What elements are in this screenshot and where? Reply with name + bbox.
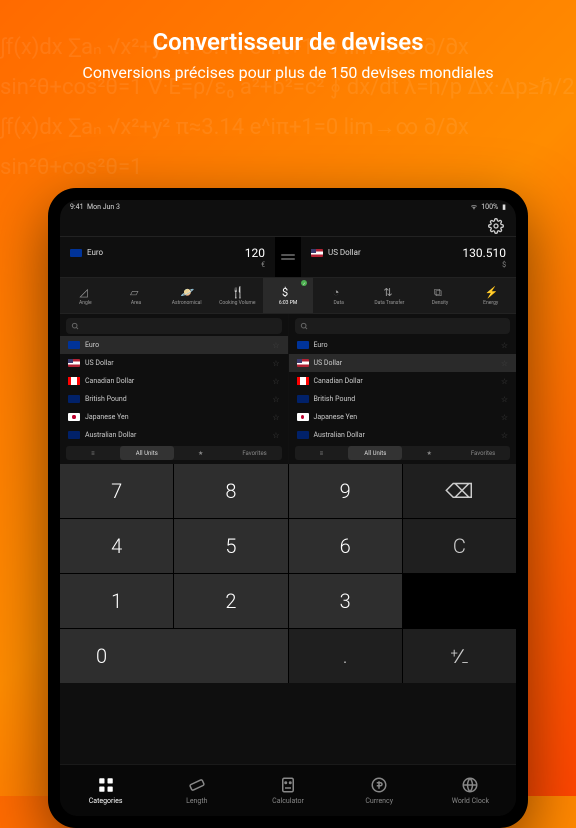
flag-icon <box>297 431 309 439</box>
from-currency[interactable]: Euro 120 € <box>60 237 275 277</box>
list-item[interactable]: Canadian Dollar☆ <box>60 372 288 390</box>
swap-button[interactable] <box>275 237 301 277</box>
category-6:03-pm[interactable]: ✓$6:03 PM <box>263 278 314 313</box>
flag-icon <box>68 413 80 421</box>
flag-icon <box>68 377 80 385</box>
star-icon[interactable]: ☆ <box>272 395 279 404</box>
ipad-frame: 9:41 Mon Jun 3 ᯤ100%▮ Euro 120 € US Doll… <box>48 188 528 828</box>
to-currency[interactable]: US Dollar 130.510 $ <box>301 237 516 277</box>
key-⌫[interactable]: ⌫ <box>403 464 516 518</box>
seg-menu[interactable]: ≡ <box>66 446 120 460</box>
category-energy[interactable]: ⚡Energy <box>465 278 516 313</box>
key-5[interactable]: 5 <box>174 519 287 573</box>
left-segment[interactable]: ≡All Units★Favorites <box>66 446 282 460</box>
flag-icon <box>68 359 80 367</box>
key-7[interactable]: 7 <box>60 464 173 518</box>
key-⁺∕₋[interactable]: ⁺∕₋ <box>403 629 516 683</box>
right-list: Euro☆US Dollar☆Canadian Dollar☆British P… <box>289 314 517 464</box>
tab-bar: CategoriesLengthCalculatorCurrencyWorld … <box>60 764 516 816</box>
key-0[interactable]: 0 <box>60 629 288 683</box>
screen: 9:41 Mon Jun 3 ᯤ100%▮ Euro 120 € US Doll… <box>60 200 516 816</box>
list-item[interactable]: Japanese Yen☆ <box>60 408 288 426</box>
list-item[interactable]: US Dollar☆ <box>289 354 517 372</box>
category-area[interactable]: ▱Area <box>111 278 162 313</box>
flag-icon <box>297 413 309 421</box>
list-item[interactable]: Japanese Yen☆ <box>289 408 517 426</box>
flag-icon <box>297 395 309 403</box>
star-icon[interactable]: ☆ <box>272 359 279 368</box>
status-bar: 9:41 Mon Jun 3 ᯤ100%▮ <box>60 200 516 214</box>
category-astronomical[interactable]: 🪐Astronomical <box>161 278 212 313</box>
key-9[interactable]: 9 <box>289 464 402 518</box>
category-cooking-volume[interactable]: 🍴Cooking Volume <box>212 278 263 313</box>
flag-icon <box>311 249 323 257</box>
flag-icon <box>297 359 309 367</box>
star-icon[interactable]: ☆ <box>501 431 508 440</box>
flag-icon <box>68 341 80 349</box>
keypad: 789⌫ 456C 1230.⁺∕₋ <box>60 464 516 683</box>
key-2[interactable]: 2 <box>174 574 287 628</box>
list-item[interactable]: Canadian Dollar☆ <box>289 372 517 390</box>
list-item[interactable]: British Pound☆ <box>289 390 517 408</box>
tab-currency[interactable]: Currency <box>334 765 425 816</box>
search-input[interactable] <box>66 318 282 334</box>
category-angle[interactable]: ◿Angle <box>60 278 111 313</box>
key-1[interactable]: 1 <box>60 574 173 628</box>
category-density[interactable]: ⧉Density <box>415 278 466 313</box>
settings-icon[interactable] <box>488 218 504 234</box>
star-icon[interactable]: ☆ <box>501 341 508 350</box>
star-icon[interactable]: ☆ <box>501 413 508 422</box>
star-icon[interactable]: ☆ <box>272 341 279 350</box>
left-list: Euro☆US Dollar☆Canadian Dollar☆British P… <box>60 314 289 464</box>
category-strip: ◿Angle▱Area🪐Astronomical🍴Cooking Volume✓… <box>60 278 516 314</box>
search-input[interactable] <box>295 318 511 334</box>
flag-icon <box>68 431 80 439</box>
category-data-transfer[interactable]: ⇅Data Transfer <box>364 278 415 313</box>
to-value: 130.510 <box>462 246 506 260</box>
key-C[interactable]: C <box>403 519 516 573</box>
tab-world-clock[interactable]: World Clock <box>425 765 516 816</box>
conversion-row: Euro 120 € US Dollar 130.510 $ <box>60 236 516 278</box>
flag-icon <box>297 377 309 385</box>
category-data[interactable]: ◔Data <box>313 278 364 313</box>
key-6[interactable]: 6 <box>289 519 402 573</box>
star-icon[interactable]: ☆ <box>501 377 508 386</box>
currency-lists: Euro☆US Dollar☆Canadian Dollar☆British P… <box>60 314 516 464</box>
promo-subtitle: Conversions précises pour plus de 150 de… <box>0 62 576 84</box>
list-item[interactable]: US Dollar☆ <box>60 354 288 372</box>
tab-length[interactable]: Length <box>151 765 242 816</box>
tab-calculator[interactable]: Calculator <box>242 765 333 816</box>
list-item[interactable]: Euro☆ <box>60 336 288 354</box>
star-icon[interactable]: ☆ <box>272 413 279 422</box>
list-item[interactable]: British Pound☆ <box>60 390 288 408</box>
flag-icon <box>68 395 80 403</box>
promo-title: Convertisseur de devises <box>0 28 576 56</box>
right-segment[interactable]: ≡All Units★Favorites <box>295 446 511 460</box>
list-item[interactable]: Australian Dollar☆ <box>289 426 517 444</box>
key-3[interactable]: 3 <box>289 574 402 628</box>
star-icon[interactable]: ☆ <box>501 359 508 368</box>
key-8[interactable]: 8 <box>174 464 287 518</box>
list-item[interactable]: Australian Dollar☆ <box>60 426 288 444</box>
flag-icon <box>297 341 309 349</box>
star-icon[interactable]: ☆ <box>272 431 279 440</box>
flag-icon <box>70 249 82 257</box>
tab-categories[interactable]: Categories <box>60 765 151 816</box>
list-item[interactable]: Euro☆ <box>289 336 517 354</box>
key-.[interactable]: . <box>289 629 402 683</box>
key-4[interactable]: 4 <box>60 519 173 573</box>
from-value: 120 <box>245 246 265 260</box>
star-icon[interactable]: ☆ <box>272 377 279 386</box>
star-icon[interactable]: ☆ <box>501 395 508 404</box>
